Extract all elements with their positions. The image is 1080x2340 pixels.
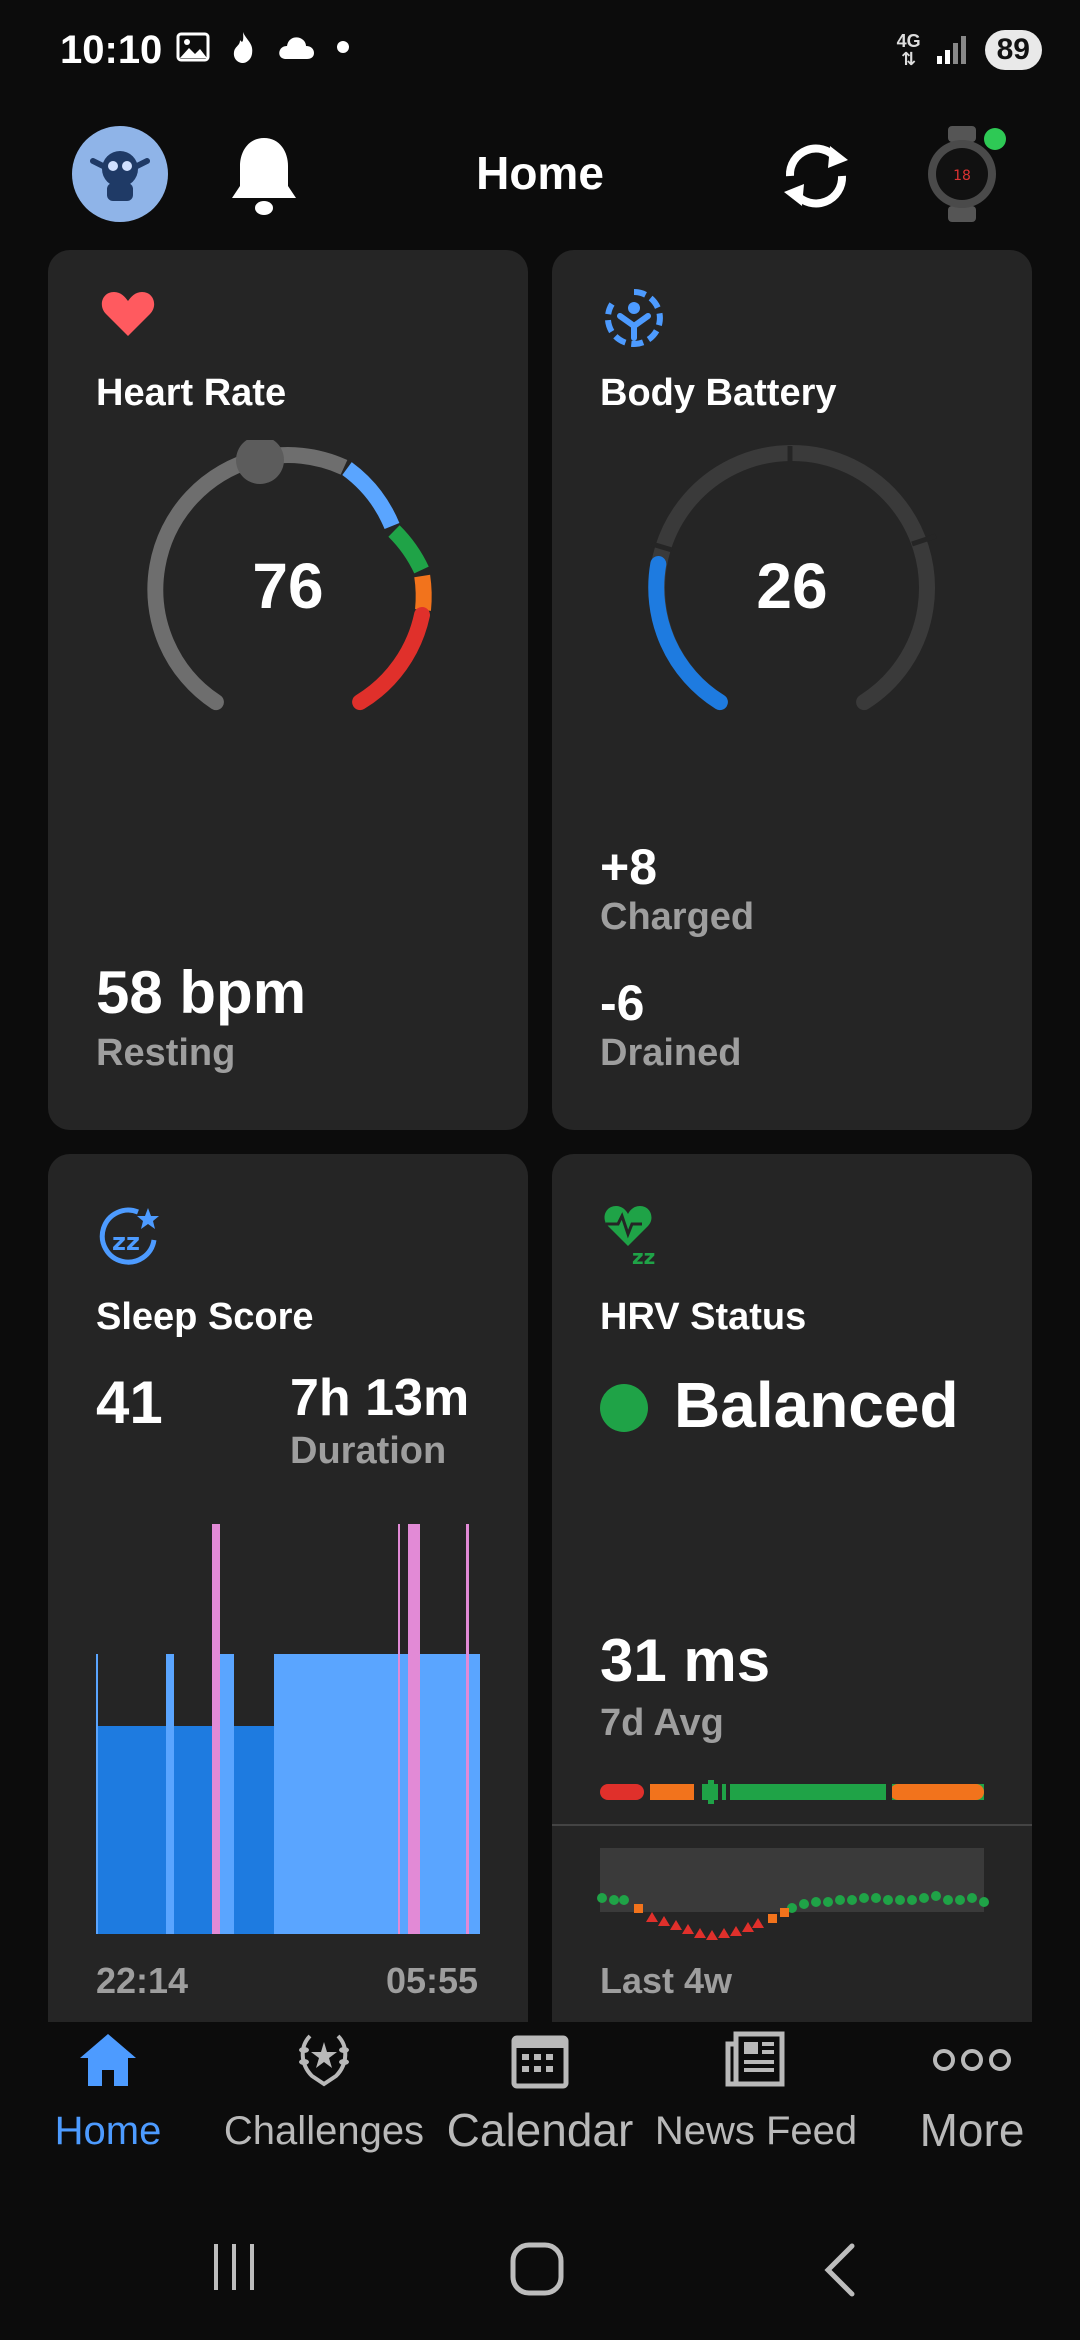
cloud-icon bbox=[279, 37, 314, 59]
status-time: 10:10 bbox=[60, 28, 163, 72]
recent-apps-icon[interactable] bbox=[210, 2242, 260, 2292]
nav-home-label: Home bbox=[54, 2109, 162, 2153]
nav-more-label: More bbox=[919, 2104, 1025, 2156]
nav-news-feed-label: News Feed bbox=[654, 2109, 858, 2153]
heart-icon bbox=[101, 292, 155, 336]
sleep-duration-label: Duration bbox=[290, 1430, 447, 1472]
nav-home[interactable]: Home bbox=[0, 2030, 216, 2154]
hrv-avg-label: 7d Avg bbox=[600, 1702, 724, 1744]
sleep-score-value: 41 bbox=[96, 1369, 163, 1436]
heart-rate-gauge: 76 bbox=[147, 440, 432, 711]
sleep-end-time: 05:55 bbox=[386, 1960, 479, 2001]
body-battery-icon bbox=[604, 289, 663, 347]
signal-icon bbox=[936, 36, 966, 64]
hrv-divider bbox=[552, 1824, 1032, 1826]
body-battery-value: 26 bbox=[756, 550, 827, 622]
hrv-heart-icon: zz bbox=[604, 1206, 655, 1268]
sleep-duration-value: 7h 13m bbox=[290, 1369, 470, 1427]
drained-value: -6 bbox=[600, 975, 645, 1031]
sleep-score-card[interactable]: zz Sleep Score 41 7h 13m Duration 22:14 … bbox=[48, 1154, 528, 2054]
heart-rate-card[interactable]: Heart Rate 76 58 bpm Resting bbox=[48, 250, 528, 1130]
notification-dot-icon bbox=[337, 41, 349, 53]
body-battery-gauge: 26 bbox=[648, 444, 937, 711]
more-dots-icon bbox=[933, 2049, 1011, 2071]
charged-value: +8 bbox=[600, 839, 658, 895]
hrv-period-label: Last 4w bbox=[600, 1960, 733, 2001]
nav-challenges[interactable]: Challenges bbox=[216, 2030, 432, 2154]
resting-label: Resting bbox=[96, 1032, 236, 1074]
nav-news-feed[interactable]: News Feed bbox=[648, 2030, 864, 2154]
sleep-score-title: Sleep Score bbox=[96, 1296, 314, 1338]
laurel-icon bbox=[299, 2034, 349, 2087]
network-type: 4G ⇅ bbox=[896, 31, 921, 69]
status-icons bbox=[176, 30, 350, 64]
charged-label: Charged bbox=[600, 896, 755, 938]
nav-calendar[interactable]: Calendar bbox=[432, 2030, 648, 2157]
svg-text:18: 18 bbox=[953, 168, 971, 184]
hrv-status-card[interactable]: zz HRV Status Balanced 31 ms 7d Avg Last… bbox=[552, 1154, 1032, 2054]
calendar-icon bbox=[511, 2035, 569, 2089]
drained-label: Drained bbox=[600, 1032, 742, 1074]
back-button-icon[interactable] bbox=[820, 2242, 860, 2298]
svg-text:zz: zz bbox=[632, 1245, 655, 1268]
home-button-icon[interactable] bbox=[510, 2242, 566, 2298]
sleep-start-time: 22:14 bbox=[96, 1960, 189, 2001]
flame-icon bbox=[233, 32, 253, 63]
sync-icon[interactable] bbox=[776, 140, 856, 217]
svg-text:zz: zz bbox=[112, 1228, 140, 1256]
body-battery-title: Body Battery bbox=[600, 372, 837, 414]
heart-rate-value: 76 bbox=[252, 550, 323, 622]
page-title: Home bbox=[476, 147, 604, 199]
hrv-status-value: Balanced bbox=[674, 1369, 959, 1441]
home-icon bbox=[80, 2034, 136, 2086]
nav-more[interactable]: More bbox=[864, 2030, 1080, 2157]
hrv-status-dot bbox=[600, 1384, 648, 1432]
hrv-trend-chart bbox=[597, 1848, 989, 1940]
nav-calendar-label: Calendar bbox=[446, 2104, 634, 2156]
sleep-stages-chart bbox=[96, 1524, 480, 1934]
body-battery-card[interactable]: Body Battery 26 +8 Charged -6 Drained bbox=[552, 250, 1032, 1130]
status-right: 4G ⇅ 89 bbox=[897, 30, 1042, 70]
gallery-icon bbox=[176, 32, 210, 62]
battery-indicator: 89 bbox=[984, 30, 1042, 70]
resting-heart-rate-value: 58 bpm bbox=[96, 959, 307, 1026]
hrv-status-title: HRV Status bbox=[600, 1296, 807, 1338]
device-connected-dot bbox=[984, 128, 1006, 150]
hrv-avg-value: 31 ms bbox=[600, 1627, 771, 1694]
news-feed-icon bbox=[725, 2031, 785, 2087]
nav-challenges-label: Challenges bbox=[223, 2109, 425, 2153]
hrv-range-bar bbox=[600, 1780, 984, 1804]
heart-rate-title: Heart Rate bbox=[96, 372, 287, 414]
sleep-icon: zz bbox=[99, 1207, 159, 1265]
